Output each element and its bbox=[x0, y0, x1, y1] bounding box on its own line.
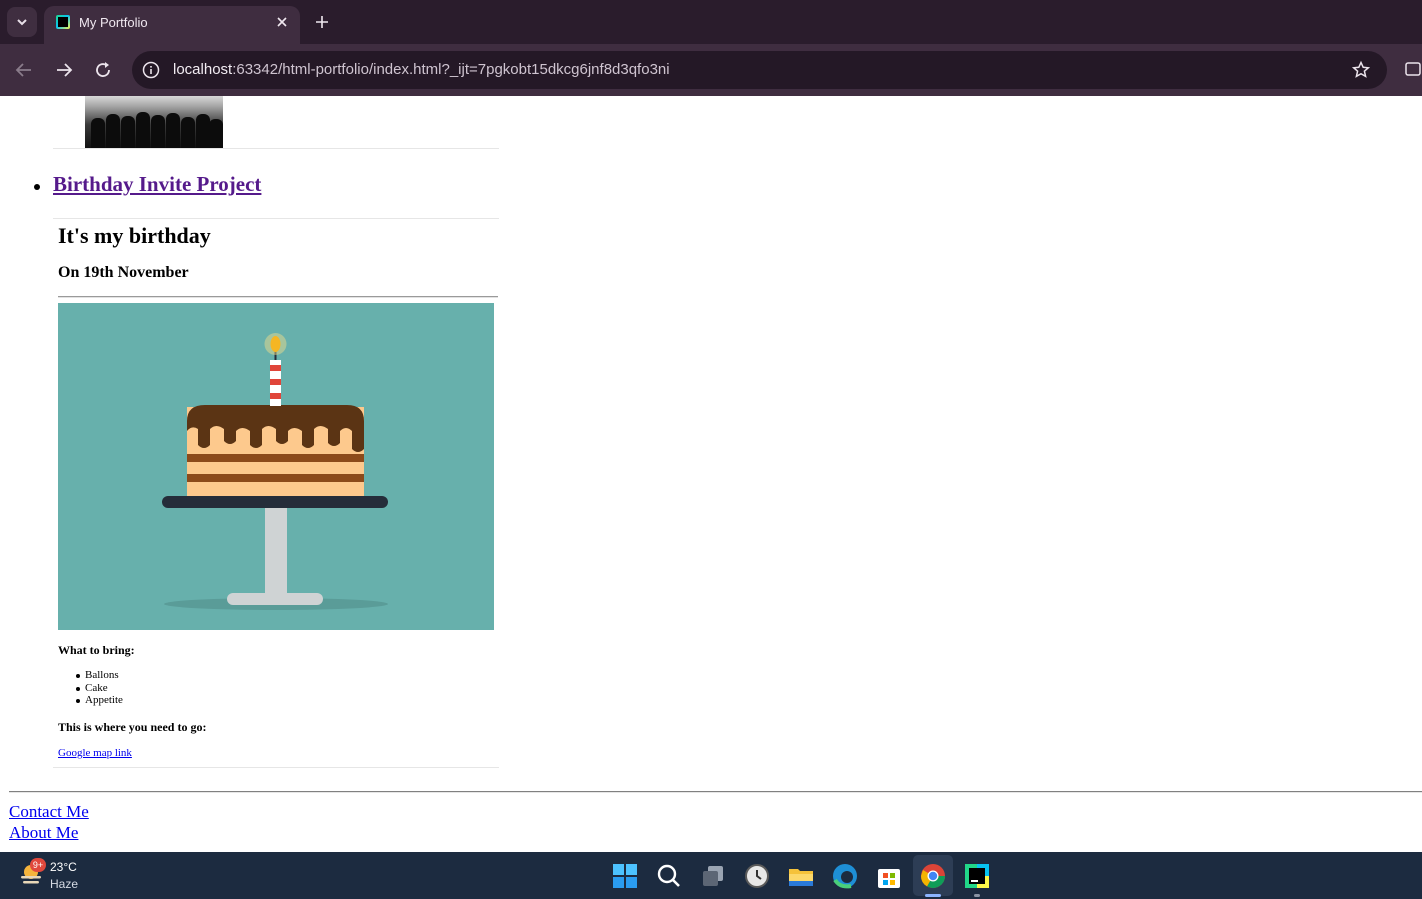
google-map-link[interactable]: Google map link bbox=[58, 747, 132, 759]
birthday-cake-image bbox=[58, 303, 494, 630]
page-content: Birthday Invite Project It's my birthday… bbox=[0, 96, 1422, 852]
invite-date: On 19th November bbox=[58, 264, 189, 281]
bring-heading: What to bring: bbox=[58, 643, 135, 657]
running-indicator bbox=[974, 894, 980, 897]
search-icon[interactable] bbox=[655, 862, 683, 890]
where-heading: This is where you need to go: bbox=[58, 720, 207, 734]
clock-app-icon[interactable] bbox=[743, 862, 771, 890]
windows-taskbar: 9+ 23°C Haze bbox=[0, 852, 1422, 899]
divider bbox=[53, 148, 499, 149]
footer-divider bbox=[9, 791, 1422, 793]
webstorm-favicon-icon bbox=[56, 15, 70, 29]
extensions-icon[interactable] bbox=[1404, 59, 1422, 79]
weather-condition[interactable]: Haze bbox=[50, 877, 78, 891]
info-icon[interactable] bbox=[142, 61, 160, 79]
bring-list: Ballons Cake Appetite bbox=[76, 669, 123, 707]
reload-icon[interactable] bbox=[91, 58, 115, 82]
star-icon[interactable] bbox=[1351, 60, 1371, 80]
start-icon[interactable] bbox=[611, 862, 639, 890]
divider bbox=[53, 218, 499, 219]
close-icon[interactable] bbox=[274, 14, 290, 30]
file-explorer-icon[interactable] bbox=[787, 862, 815, 890]
store-icon[interactable] bbox=[875, 862, 903, 890]
address-bar[interactable]: localhost:63342/html-portfolio/index.htm… bbox=[132, 51, 1387, 89]
divider bbox=[53, 767, 499, 768]
list-bullet bbox=[34, 184, 40, 190]
webstorm-icon[interactable] bbox=[963, 862, 991, 890]
about-me-link[interactable]: About Me bbox=[9, 823, 78, 843]
invite-divider bbox=[58, 296, 498, 298]
list-item: Ballons bbox=[76, 669, 123, 682]
chevron-down-icon bbox=[17, 19, 27, 26]
movie-poster-image bbox=[85, 96, 223, 148]
contact-me-link[interactable]: Contact Me bbox=[9, 802, 89, 822]
notification-badge: 9+ bbox=[30, 858, 46, 872]
active-indicator bbox=[925, 894, 941, 897]
edge-icon[interactable] bbox=[831, 862, 859, 890]
weather-temperature[interactable]: 23°C bbox=[50, 860, 77, 874]
tab-title: My Portfolio bbox=[79, 15, 148, 30]
chrome-icon[interactable] bbox=[919, 862, 947, 890]
url-text[interactable]: localhost:63342/html-portfolio/index.htm… bbox=[173, 61, 670, 78]
tab-search-button[interactable] bbox=[7, 7, 37, 37]
tab-my-portfolio[interactable]: My Portfolio bbox=[44, 6, 300, 44]
tab-strip: My Portfolio bbox=[0, 0, 1422, 44]
list-item: Cake bbox=[76, 682, 123, 695]
back-icon[interactable] bbox=[12, 58, 36, 82]
invite-heading: It's my birthday bbox=[58, 223, 211, 248]
list-item: Appetite bbox=[76, 694, 123, 707]
plus-icon[interactable] bbox=[312, 12, 332, 32]
browser-toolbar: localhost:63342/html-portfolio/index.htm… bbox=[0, 44, 1422, 96]
forward-icon[interactable] bbox=[52, 58, 76, 82]
task-view-icon[interactable] bbox=[699, 862, 727, 890]
birthday-invite-project-link[interactable]: Birthday Invite Project bbox=[53, 172, 261, 197]
